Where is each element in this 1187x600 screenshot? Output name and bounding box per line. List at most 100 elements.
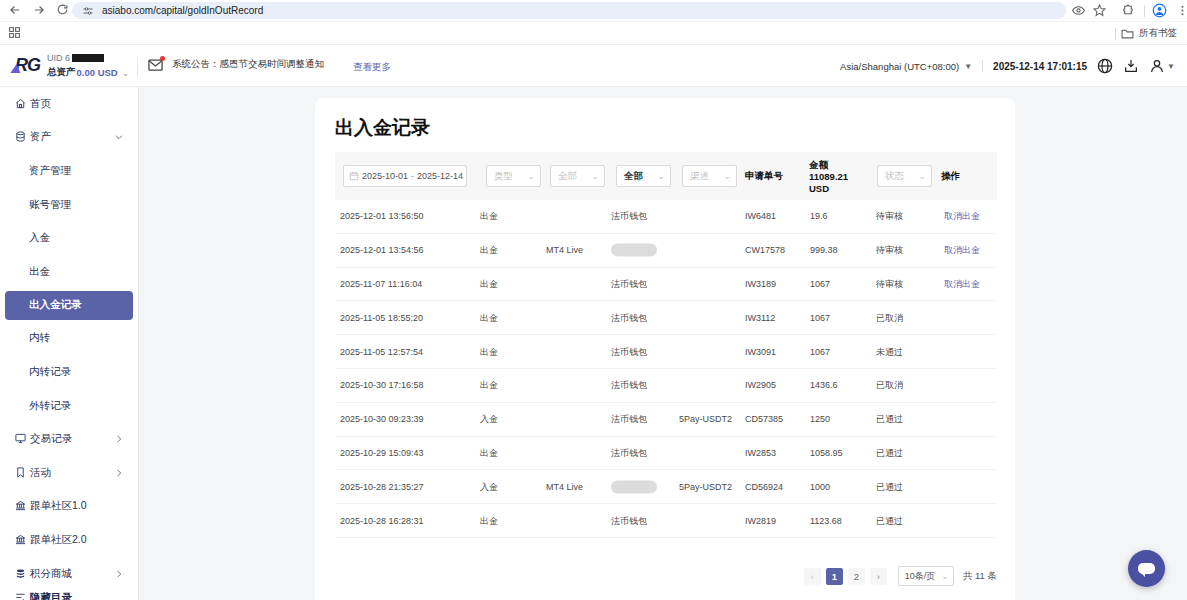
cell-account: MT4 Live <box>546 245 583 255</box>
cell-order-no: IW3091 <box>745 347 776 357</box>
site-info-icon[interactable] <box>82 5 94 17</box>
current-datetime: 2025-12-14 17:01:15 <box>993 61 1087 72</box>
cell-wallet-redaction <box>611 244 657 257</box>
forward-icon[interactable] <box>32 3 46 17</box>
browser-toolbar: asiabo.com/capital/goldInOutRecord <box>0 0 1187 22</box>
order-no-header: 申请单号 <box>745 152 783 200</box>
sidebar-item-account-management[interactable]: 账号管理 <box>0 188 138 222</box>
user-menu-icon[interactable]: ▼ <box>1149 58 1175 74</box>
chevron-down-icon <box>114 132 124 142</box>
cell-wallet: 法币钱包 <box>611 446 647 459</box>
bookmark-star-icon[interactable] <box>1093 4 1106 17</box>
cell-type: 入金 <box>480 480 498 493</box>
channel-select[interactable]: 渠道⌄ <box>682 165 737 187</box>
browser-menu-icon[interactable] <box>1176 4 1187 17</box>
calendar-icon <box>349 171 359 181</box>
coins-icon <box>15 568 27 580</box>
cancel-withdrawal-link[interactable]: 取消出金 <box>944 244 980 257</box>
page-number-button[interactable]: 1 <box>826 568 843 585</box>
cell-amount: 1067 <box>810 313 830 323</box>
reload-icon[interactable] <box>56 3 69 16</box>
wallet-select[interactable]: 全部⌄ <box>616 165 671 187</box>
cell-wallet: 法币钱包 <box>611 345 647 358</box>
back-icon[interactable] <box>8 3 22 17</box>
user-summary[interactable]: UID 6 总资产0.00 USD⌄ <box>47 53 129 79</box>
cell-status: 已通过 <box>876 413 903 426</box>
account-select[interactable]: 全部⌄ <box>550 165 605 187</box>
cell-wallet: 法币钱包 <box>611 277 647 290</box>
table-row: 2025-12-01 13:56:50出金法币钱包IW648119.6待审核取消… <box>335 200 997 234</box>
cell-time: 2025-10-30 09:23:39 <box>340 414 424 424</box>
cell-wallet: 法币钱包 <box>611 514 647 527</box>
chat-widget-button[interactable] <box>1128 550 1165 587</box>
cell-channel: 5Pay-USDT2 <box>679 414 732 424</box>
cell-status: 已通过 <box>876 480 903 493</box>
sidebar-item-label: 资产 <box>30 130 51 144</box>
date-end: 2025-12-14 <box>417 171 463 181</box>
date-separator: - <box>411 171 414 181</box>
sidebar-item-gold-in-out-record[interactable]: 出入金记录 <box>5 291 133 320</box>
sidebar-item-copy-community-1[interactable]: 跟单社区1.0 <box>0 490 138 524</box>
timezone-select[interactable]: Asia/Shanghai (UTC+08:00)▼ <box>840 61 972 72</box>
language-globe-icon[interactable] <box>1097 58 1113 74</box>
cell-type: 出金 <box>480 311 498 324</box>
brand-logo[interactable]: RG <box>15 55 40 76</box>
cell-amount: 999.38 <box>810 245 838 255</box>
all-bookmarks-label[interactable]: 所有书签 <box>1139 27 1177 40</box>
table-row: 2025-10-30 17:16:58出金法币钱包IW29051436.6已取消 <box>335 369 997 403</box>
sidebar-item-external-transfer-record[interactable]: 外转记录 <box>0 389 138 423</box>
assets-icon <box>15 131 27 143</box>
page-next-button[interactable]: › <box>870 568 887 585</box>
profile-avatar-icon[interactable] <box>1152 3 1167 18</box>
page-size-select[interactable]: 10条/页⌄ <box>898 566 954 586</box>
page-prev-button[interactable]: ‹ <box>804 568 821 585</box>
status-select[interactable]: 状态⌄ <box>877 165 932 187</box>
sidebar-item-internal-transfer[interactable]: 内转 <box>0 322 138 356</box>
sidebar-item-internal-transfer-record[interactable]: 内转记录 <box>0 355 138 389</box>
cell-amount: 1123.68 <box>810 516 842 526</box>
table-row: 2025-11-05 18:55:20出金法币钱包IW31121067已取消 <box>335 301 997 335</box>
cell-time: 2025-12-01 13:56:50 <box>340 211 424 221</box>
type-select[interactable]: 类型⌄ <box>486 165 541 187</box>
cancel-withdrawal-link[interactable]: 取消出金 <box>944 210 980 223</box>
password-eye-icon[interactable] <box>1072 5 1085 16</box>
cell-type: 出金 <box>480 244 498 257</box>
sidebar-item-deposit[interactable]: 入金 <box>0 221 138 255</box>
table-row: 2025-10-30 09:23:39入金法币钱包5Pay-USDT2CD573… <box>335 403 997 437</box>
sidebar-item-label: 跟单社区1.0 <box>30 499 87 513</box>
header-divider <box>137 57 138 77</box>
sidebar-item-label: 出金 <box>29 265 50 279</box>
apps-grid-icon[interactable] <box>8 26 21 39</box>
download-icon[interactable] <box>1123 58 1139 74</box>
cancel-withdrawal-link[interactable]: 取消出金 <box>944 277 980 290</box>
sidebar-item-copy-community-2[interactable]: 跟单社区2.0 <box>0 523 138 557</box>
chevron-right-icon <box>114 468 124 478</box>
date-range-picker[interactable]: 2025-10-01 - 2025-12-14 <box>343 165 467 187</box>
sidebar-item-hidden-catalog[interactable]: 隐藏目录 <box>0 581 138 600</box>
sidebar-item-home[interactable]: 首页 <box>0 87 138 121</box>
sidebar-item-label: 出入金记录 <box>29 298 82 312</box>
view-more-link[interactable]: 查看更多 <box>353 61 391 74</box>
cell-channel: 5Pay-USDT2 <box>679 482 732 492</box>
cell-amount: 1436.6 <box>810 380 838 390</box>
app-header: RG UID 6 总资产0.00 USD⌄ 系统公告：感恩节交易时间调整通知 查… <box>0 45 1187 87</box>
address-bar[interactable]: asiabo.com/capital/goldInOutRecord <box>72 2 1066 19</box>
monitor-icon <box>15 433 27 445</box>
cell-order-no: IW3189 <box>745 279 776 289</box>
sidebar-item-trade-records[interactable]: 交易记录 <box>0 422 138 456</box>
caret-down-icon: ▼ <box>1167 62 1175 71</box>
sidebar-item-withdraw[interactable]: 出金 <box>0 255 138 289</box>
sidebar-item-label: 交易记录 <box>30 432 72 446</box>
sidebar-item-assets[interactable]: 资产 <box>0 121 138 155</box>
cell-status: 已取消 <box>876 311 903 324</box>
extensions-icon[interactable] <box>1122 4 1135 17</box>
sidebar-item-asset-management[interactable]: 资产管理 <box>0 154 138 188</box>
page-number-button[interactable]: 2 <box>848 568 865 585</box>
total-count: 共 11 条 <box>963 570 997 583</box>
cell-time: 2025-11-07 11:16:04 <box>340 279 422 289</box>
cell-type: 出金 <box>480 446 498 459</box>
announcement[interactable]: 系统公告：感恩节交易时间调整通知 <box>148 58 324 71</box>
records-table: 2025-12-01 13:56:50出金法币钱包IW648119.6待审核取消… <box>335 200 997 538</box>
sidebar-item-activity[interactable]: 活动 <box>0 456 138 490</box>
sidebar-item-label: 账号管理 <box>29 198 71 212</box>
